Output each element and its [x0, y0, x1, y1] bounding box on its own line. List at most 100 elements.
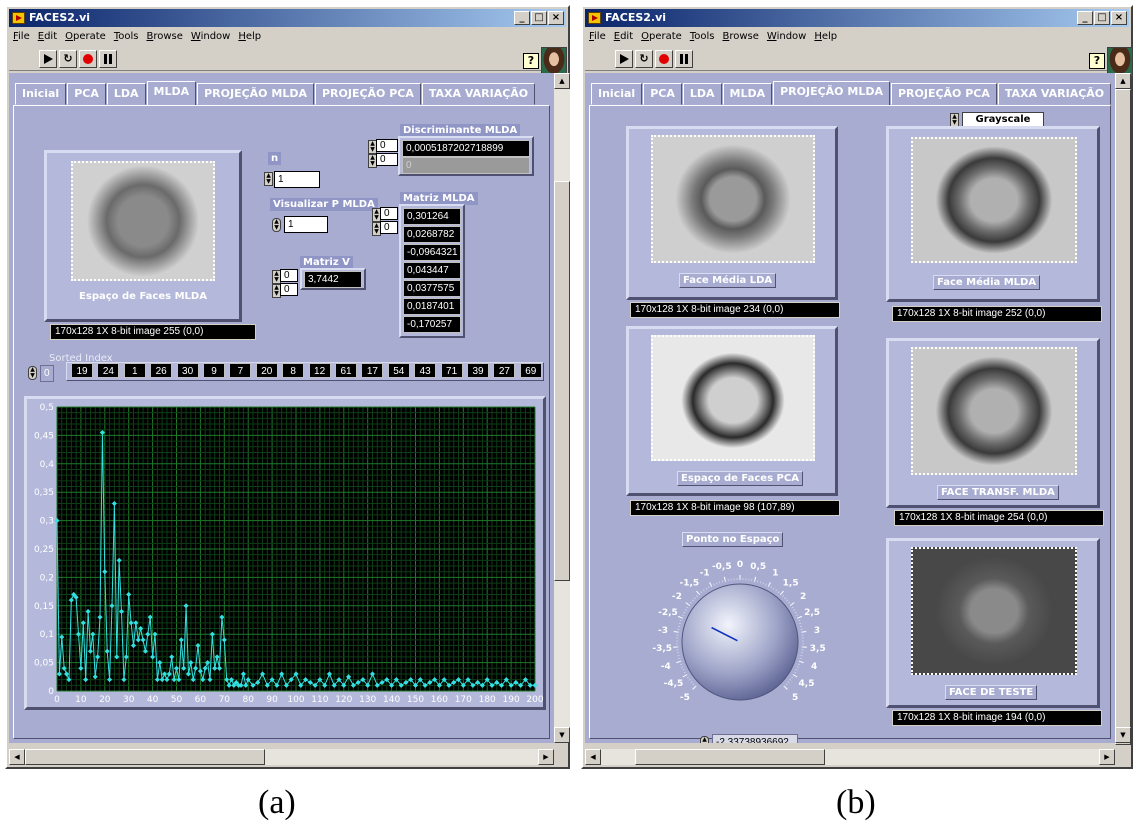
- run-button[interactable]: [615, 50, 633, 68]
- scroll-down-button[interactable]: ▼: [1115, 727, 1131, 743]
- help-icon[interactable]: ?: [1089, 53, 1105, 69]
- knob-readout[interactable]: -2,33738936692: [712, 734, 798, 743]
- maximize-button[interactable]: □: [531, 11, 547, 25]
- tab-projecao-mlda[interactable]: PROJEÇÃO MLDA: [197, 83, 314, 105]
- knob-minor-tick: [757, 580, 759, 583]
- menu-tools[interactable]: Tools: [690, 29, 715, 45]
- menu-window[interactable]: Window: [767, 29, 806, 45]
- mlda-face-image[interactable]: [71, 161, 215, 281]
- n-spinner[interactable]: [264, 172, 273, 186]
- menu-file[interactable]: File: [589, 29, 606, 45]
- pause-button[interactable]: [99, 50, 117, 68]
- abort-button[interactable]: [79, 50, 97, 68]
- matriz-mlda-cell[interactable]: 0,0268782: [403, 226, 461, 243]
- menu-help[interactable]: Help: [814, 29, 837, 45]
- minimize-button[interactable]: _: [1077, 11, 1093, 25]
- tab-taxa-variacao[interactable]: TAXA VARIAÇÃO: [421, 83, 536, 105]
- menu-help[interactable]: Help: [238, 29, 261, 45]
- discriminant-plot[interactable]: 00,050,10,150,20,250,30,350,40,450,50 10 2…: [27, 399, 544, 707]
- menu-browse[interactable]: Browse: [722, 29, 758, 45]
- scroll-thumb[interactable]: [1115, 89, 1131, 745]
- matriz-mlda-cell[interactable]: 0,0377575: [403, 280, 461, 297]
- knob-spinner[interactable]: [700, 736, 709, 743]
- sorted-index-cell: 9: [203, 363, 225, 378]
- matriz-mlda-cell[interactable]: 0,0187401: [403, 298, 461, 315]
- tab-projecao-mlda[interactable]: PROJEÇÃO MLDA: [773, 81, 890, 106]
- help-icon[interactable]: ?: [523, 53, 539, 69]
- h-scroll-thumb[interactable]: [25, 749, 265, 765]
- horizontal-scrollbar[interactable]: ◀ ▶: [585, 749, 1115, 765]
- face-transf-image[interactable]: [911, 347, 1077, 475]
- run-continuously-button[interactable]: ↻: [635, 50, 653, 68]
- matriz-mlda-cell[interactable]: 0,043447: [403, 262, 461, 279]
- visualizar-knob-spinner[interactable]: [272, 218, 281, 232]
- tab-inicial[interactable]: Inicial: [591, 83, 643, 105]
- ponto-no-espaco-knob[interactable]: -5 -4,5 -4 -3,5 -3 -2,5 -2 -1,5-1-0,5 0 0,5 1 1,52 2…: [630, 546, 850, 736]
- pause-button[interactable]: [675, 50, 693, 68]
- scroll-right-button[interactable]: ▶: [1099, 749, 1115, 765]
- menu-operate[interactable]: Operate: [65, 29, 106, 45]
- menu-browse[interactable]: Browse: [146, 29, 182, 45]
- tab-mlda[interactable]: MLDA: [146, 81, 197, 106]
- face-media-lda-image[interactable]: [651, 135, 815, 263]
- matriz-mlda-row-index[interactable]: 0: [380, 207, 398, 220]
- scroll-left-button[interactable]: ◀: [585, 749, 601, 765]
- scroll-thumb[interactable]: [554, 181, 570, 581]
- menu-file[interactable]: File: [13, 29, 30, 45]
- espaco-pca-image[interactable]: [651, 335, 815, 461]
- h-scroll-thumb[interactable]: [635, 749, 825, 765]
- scroll-up-button[interactable]: ▲: [554, 73, 570, 89]
- matriz-mlda-cell[interactable]: -0,0964321: [403, 244, 461, 261]
- matriz-mlda-cell[interactable]: 0,301264: [403, 208, 461, 225]
- run-button[interactable]: [39, 50, 57, 68]
- knob-minor-tick: [765, 583, 767, 586]
- maximize-button[interactable]: □: [1094, 11, 1110, 25]
- n-value[interactable]: 1: [274, 171, 320, 188]
- scroll-down-button[interactable]: ▼: [554, 727, 570, 743]
- scroll-left-button[interactable]: ◀: [9, 749, 25, 765]
- menu-window[interactable]: Window: [191, 29, 230, 45]
- tab-pca[interactable]: PCA: [643, 83, 682, 105]
- menu-bar: File Edit Operate Tools Browse Window He…: [9, 29, 566, 45]
- matriz-v-value[interactable]: 3,7442: [304, 271, 362, 288]
- tab-taxa-variacao[interactable]: TAXA VARIAÇÃO: [997, 83, 1112, 105]
- colormap-selector[interactable]: Grayscale: [962, 112, 1044, 127]
- sorted-index-start[interactable]: 0: [40, 365, 54, 382]
- x-tick-label: 180: [479, 695, 496, 705]
- visualizar-value[interactable]: 1: [284, 216, 328, 233]
- tab-lda[interactable]: LDA: [106, 83, 146, 105]
- menu-tools[interactable]: Tools: [114, 29, 139, 45]
- close-button[interactable]: ×: [548, 11, 564, 25]
- face-media-mlda-image[interactable]: [911, 137, 1077, 263]
- matriz-mlda-col-index[interactable]: 0: [380, 221, 398, 234]
- close-button[interactable]: ×: [1111, 11, 1127, 25]
- menu-edit[interactable]: Edit: [614, 29, 633, 45]
- vertical-scrollbar[interactable]: ▲ ▼: [554, 73, 570, 743]
- menu-edit[interactable]: Edit: [38, 29, 57, 45]
- tab-projecao-pca[interactable]: PROJEÇÃO PCA: [890, 83, 997, 105]
- horizontal-scrollbar[interactable]: ◀ ▶: [9, 749, 554, 765]
- sorted-index-spinner[interactable]: [28, 366, 37, 380]
- run-continuously-button[interactable]: ↻: [59, 50, 77, 68]
- minimize-button[interactable]: _: [514, 11, 530, 25]
- tab-projecao-pca[interactable]: PROJEÇÃO PCA: [314, 83, 421, 105]
- tab-mlda[interactable]: MLDA: [722, 83, 773, 105]
- knob-minor-tick: [688, 678, 691, 681]
- vertical-scrollbar[interactable]: ▲ ▼: [1115, 73, 1131, 745]
- tab-inicial[interactable]: Inicial: [15, 83, 67, 105]
- matriz-v-col-index[interactable]: 0: [280, 283, 298, 296]
- tab-lda[interactable]: LDA: [682, 83, 722, 105]
- discriminante-value[interactable]: 0,0005187202718899: [402, 140, 530, 157]
- discriminante-col-index[interactable]: 0: [376, 153, 398, 166]
- face-teste-image[interactable]: [911, 547, 1077, 675]
- tab-bar: Inicial PCA LDA MLDA PROJEÇÃO MLDA PROJE…: [591, 81, 1112, 106]
- matriz-v-row-index[interactable]: 0: [280, 269, 298, 282]
- scroll-right-button[interactable]: ▶: [538, 749, 554, 765]
- discriminante-row-index[interactable]: 0: [376, 139, 398, 152]
- colormap-spinner[interactable]: [950, 113, 959, 127]
- abort-button[interactable]: [655, 50, 673, 68]
- scroll-up-button[interactable]: ▲: [1115, 73, 1131, 89]
- matriz-mlda-cell[interactable]: -0,170257: [403, 316, 461, 333]
- menu-operate[interactable]: Operate: [641, 29, 682, 45]
- tab-pca[interactable]: PCA: [67, 83, 106, 105]
